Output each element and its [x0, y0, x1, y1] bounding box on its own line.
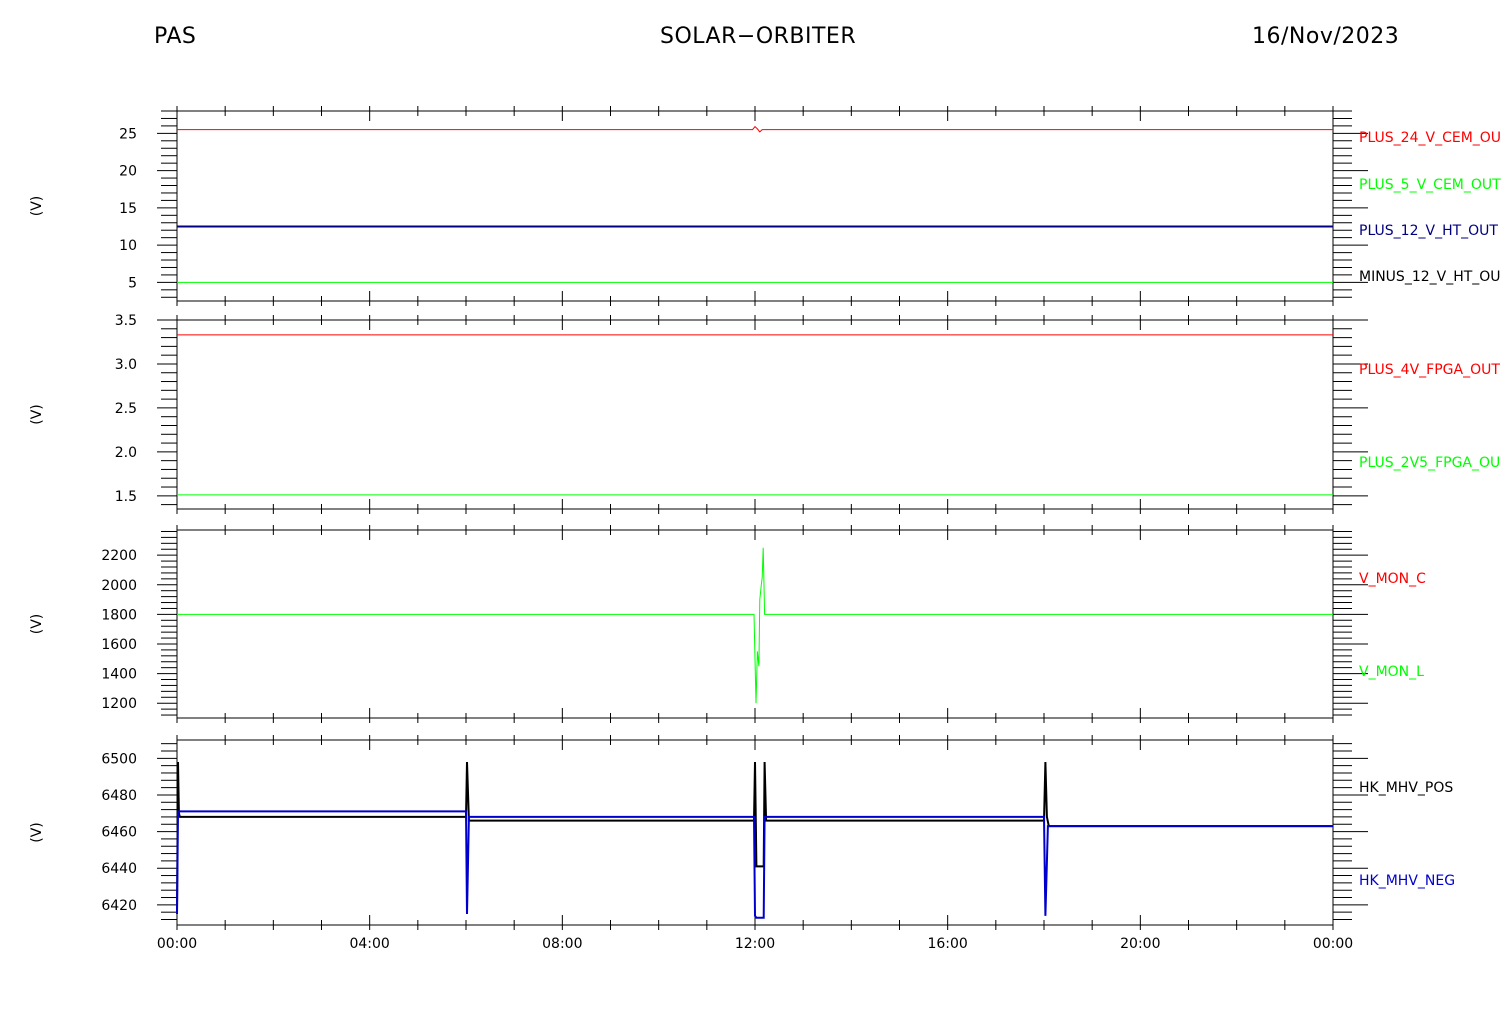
legend-label: PLUS_12_V_HT_OUT	[1359, 223, 1498, 239]
x-tick-label: 20:00	[1120, 936, 1160, 952]
y-tick-label: 1400	[101, 667, 137, 683]
y-axis-label: (V)	[29, 196, 45, 217]
legend-label: HK_MHV_NEG	[1359, 873, 1455, 889]
y-tick-label: 25	[119, 126, 137, 142]
panel-frame	[176, 319, 1334, 510]
y-tick-label: 6460	[101, 825, 137, 841]
legend-label: PLUS_5_V_CEM_OUT	[1359, 177, 1501, 193]
y-tick-label: 6440	[101, 861, 137, 877]
y-tick-label: 1800	[101, 607, 137, 623]
x-tick-label: 16:00	[927, 936, 967, 952]
y-tick-label: 1200	[101, 696, 137, 712]
y-tick-label: 2.5	[115, 401, 137, 417]
legend-label: PLUS_24_V_CEM_OU	[1359, 130, 1501, 146]
panel-4: 6420 6440 6460 6480 6500 (V) 00:00 04:00 08:00 12…	[29, 735, 1455, 952]
y-tick-label: 15	[119, 201, 137, 217]
panel-1: 5 10 15 20 25 (V) PLUS_24_V_CEM_OU PLUS_5_V_CEM…	[29, 106, 1501, 306]
y-tick-label: 2200	[101, 548, 137, 564]
y-tick-label: 5	[128, 275, 137, 291]
y-tick-label: 3.5	[115, 313, 137, 329]
y-axis-label: (V)	[29, 822, 45, 843]
y-tick-label: 6420	[101, 898, 137, 914]
housekeeping-plot: 5 10 15 20 25 (V) PLUS_24_V_CEM_OU PLUS_5_V_CEM…	[29, 106, 1501, 952]
y-tick-label: 6500	[101, 751, 137, 767]
x-tick-label: 12:00	[735, 936, 775, 952]
legend-label: PLUS_4V_FPGA_OUT	[1359, 362, 1500, 378]
y-axis-label: (V)	[29, 404, 45, 425]
panel-2: 1.5 2.0 2.5 3.0 3.5 (V) PLUS_4V_FPGA_OUT PLUS_2…	[29, 313, 1500, 514]
series-line-plus-24-v-cem-ou	[177, 125, 1333, 133]
legend-label: MINUS_12_V_HT_OU	[1359, 269, 1501, 285]
x-tick-label: 04:00	[349, 936, 389, 952]
y-tick-label: 1600	[101, 637, 137, 653]
x-tick-label: 00:00	[1313, 936, 1353, 952]
y-axis-label: (V)	[29, 614, 45, 635]
legend-label: V_MON_C	[1359, 571, 1426, 587]
legend-label: HK_MHV_POS	[1359, 780, 1453, 796]
panel-frame	[176, 110, 1334, 302]
legend-label: V_MON_L	[1359, 664, 1424, 680]
legend-label: PLUS_2V5_FPGA_OU	[1359, 455, 1500, 471]
y-tick-label: 2000	[101, 578, 137, 594]
y-tick-label: 6480	[101, 788, 137, 804]
panel-frame	[176, 529, 1334, 719]
y-tick-label: 2.0	[115, 445, 137, 461]
y-tick-label: 20	[119, 164, 137, 180]
x-tick-label: 00:00	[157, 936, 197, 952]
y-tick-label: 10	[119, 238, 137, 254]
panel-3: 1200 1400 1600 1800 2000 2200 (V) V_MON_C V_MON_…	[29, 525, 1426, 723]
series-line-v-mon-l	[177, 547, 1333, 704]
series-line-hk-mhv-neg	[176, 810, 1333, 919]
x-tick-label: 08:00	[542, 936, 582, 952]
y-tick-label: 3.0	[115, 357, 137, 373]
y-tick-label: 1.5	[115, 489, 137, 505]
